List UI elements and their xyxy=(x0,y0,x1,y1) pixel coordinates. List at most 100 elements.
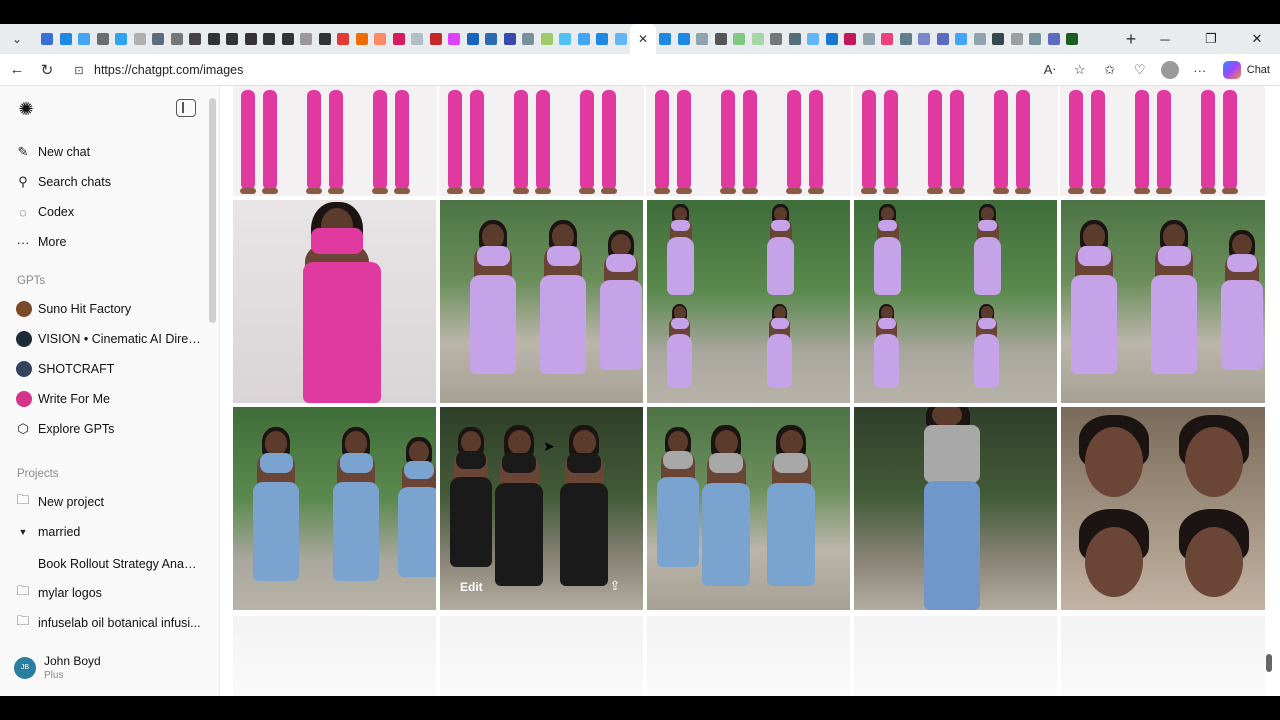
browser-essentials-icon[interactable]: ♡ xyxy=(1127,57,1153,83)
tab-favicon[interactable] xyxy=(575,24,594,54)
tab-favicon[interactable] xyxy=(841,24,860,54)
tab-favicon[interactable] xyxy=(94,24,113,54)
tab-favicon[interactable] xyxy=(501,24,520,54)
image-tile[interactable] xyxy=(1061,407,1265,610)
tab-favicon[interactable] xyxy=(149,24,168,54)
favorite-star-icon[interactable]: ☆ xyxy=(1067,57,1093,83)
tab-favicon[interactable] xyxy=(860,24,879,54)
tab-favicon[interactable] xyxy=(334,24,353,54)
settings-more-icon[interactable]: ··· xyxy=(1187,57,1213,83)
sidebar-project-married[interactable]: ▼ married xyxy=(14,519,204,545)
tab-favicon[interactable] xyxy=(168,24,187,54)
favorites-icon[interactable]: ✩ xyxy=(1097,57,1123,83)
close-tab-icon[interactable]: ✕ xyxy=(635,32,651,46)
image-tile[interactable] xyxy=(233,200,436,403)
close-window-icon[interactable]: ✕ xyxy=(1234,24,1280,54)
active-tab[interactable]: ✕ xyxy=(630,24,656,54)
tab-favicon[interactable] xyxy=(260,24,279,54)
tab-favicon[interactable] xyxy=(656,24,675,54)
sidebar-gpt-shotcraft[interactable]: SHOTCRAFT xyxy=(14,356,204,382)
tab-favicon[interactable] xyxy=(57,24,76,54)
url-text[interactable]: https://chatgpt.com/images xyxy=(94,63,243,77)
tab-favicon[interactable] xyxy=(767,24,786,54)
profile-icon[interactable] xyxy=(1157,57,1183,83)
sidebar-gpt-vision[interactable]: VISION • Cinematic AI Direct... xyxy=(14,326,204,352)
tab-favicon[interactable] xyxy=(242,24,261,54)
tab-favicon[interactable] xyxy=(427,24,446,54)
tab-favicon[interactable] xyxy=(971,24,990,54)
tab-favicon[interactable] xyxy=(712,24,731,54)
tab-favicon[interactable] xyxy=(897,24,916,54)
maximize-icon[interactable]: ❐ xyxy=(1188,24,1234,54)
tab-favicon[interactable] xyxy=(186,24,205,54)
tab-favicon[interactable] xyxy=(131,24,150,54)
tab-favicon[interactable] xyxy=(38,24,57,54)
image-tile[interactable] xyxy=(854,200,1057,403)
sidebar-scrollbar[interactable] xyxy=(209,98,216,323)
share-icon[interactable]: ⇪ xyxy=(607,578,623,594)
reload-icon[interactable]: ↻ xyxy=(32,55,62,85)
tab-favicon[interactable] xyxy=(482,24,501,54)
omnibox[interactable]: ⊡ https://chatgpt.com/images xyxy=(64,57,1164,83)
site-info-icon[interactable]: ⊡ xyxy=(68,64,90,77)
image-tile[interactable] xyxy=(647,200,850,403)
tab-favicon[interactable] xyxy=(371,24,390,54)
tab-favicon[interactable] xyxy=(786,24,805,54)
tab-favicon[interactable] xyxy=(593,24,612,54)
new-tab-button[interactable]: + xyxy=(1118,26,1144,52)
sidebar-new-project[interactable]: 🗀 New project xyxy=(14,489,204,515)
edit-image-button[interactable]: Edit xyxy=(460,580,483,594)
read-aloud-icon[interactable]: Aᐧ xyxy=(1037,57,1063,83)
tab-favicon[interactable] xyxy=(205,24,224,54)
tab-favicon[interactable] xyxy=(279,24,298,54)
tab-favicon[interactable] xyxy=(75,24,94,54)
main-scrollbar[interactable] xyxy=(1266,654,1272,672)
image-tile[interactable] xyxy=(647,407,850,610)
tab-favicon[interactable] xyxy=(823,24,842,54)
tab-favicon[interactable] xyxy=(878,24,897,54)
tab-favicon[interactable] xyxy=(223,24,242,54)
copilot-button[interactable]: Chat xyxy=(1222,61,1270,79)
tab-actions-chevron-icon[interactable]: ⌄ xyxy=(4,26,30,52)
tab-favicon[interactable] xyxy=(519,24,538,54)
tab-favicon[interactable] xyxy=(297,24,316,54)
sidebar-project-infuselab[interactable]: 🗀 infuselab oil botanical infusi... xyxy=(14,610,204,636)
user-menu[interactable]: JB John Boyd Plus xyxy=(14,654,101,681)
tab-favicon[interactable] xyxy=(445,24,464,54)
tab-favicon[interactable] xyxy=(952,24,971,54)
tab-favicon[interactable] xyxy=(749,24,768,54)
tab-favicon[interactable] xyxy=(730,24,749,54)
tab-favicon[interactable] xyxy=(989,24,1008,54)
sidebar-item-codex[interactable]: ◌ Codex xyxy=(14,199,204,225)
sidebar-item-new-chat[interactable]: ✎ New chat xyxy=(14,139,204,165)
tab-favicon[interactable] xyxy=(538,24,557,54)
tab-favicon[interactable] xyxy=(675,24,694,54)
openai-logo-icon[interactable]: ✺ xyxy=(15,98,37,120)
image-tile-hovered[interactable]: Edit ⇪ xyxy=(440,407,643,610)
sidebar-gpt-write-for-me[interactable]: Write For Me xyxy=(14,386,204,412)
tab-favicon[interactable] xyxy=(612,24,631,54)
tab-favicon[interactable] xyxy=(112,24,131,54)
image-tile[interactable] xyxy=(854,407,1057,610)
sidebar-project-mylar-logos[interactable]: 🗀 mylar logos xyxy=(14,580,204,606)
image-tile[interactable] xyxy=(1061,200,1265,403)
sidebar-item-more[interactable]: ··· More xyxy=(14,229,204,255)
minimize-icon[interactable]: ─ xyxy=(1142,24,1188,54)
sidebar-chat-book-rollout[interactable]: Book Rollout Strategy Analy... xyxy=(38,551,198,577)
back-arrow-icon[interactable]: ← xyxy=(2,55,32,85)
tab-favicon[interactable] xyxy=(915,24,934,54)
tab-favicon[interactable] xyxy=(804,24,823,54)
sidebar-toggle-icon[interactable] xyxy=(176,99,196,117)
tab-favicon[interactable] xyxy=(1008,24,1027,54)
image-tile[interactable] xyxy=(440,200,643,403)
sidebar-item-search-chats[interactable]: ⚲ Search chats xyxy=(14,169,204,195)
tab-favicon[interactable] xyxy=(1045,24,1064,54)
tab-favicon[interactable] xyxy=(408,24,427,54)
tab-favicon[interactable] xyxy=(556,24,575,54)
sidebar-explore-gpts[interactable]: ⬡ Explore GPTs xyxy=(14,416,204,442)
image-tile[interactable] xyxy=(233,407,436,610)
tab-favicon[interactable] xyxy=(464,24,483,54)
tab-favicon[interactable] xyxy=(1026,24,1045,54)
tab-favicon[interactable] xyxy=(353,24,372,54)
tab-favicon[interactable] xyxy=(1063,24,1082,54)
